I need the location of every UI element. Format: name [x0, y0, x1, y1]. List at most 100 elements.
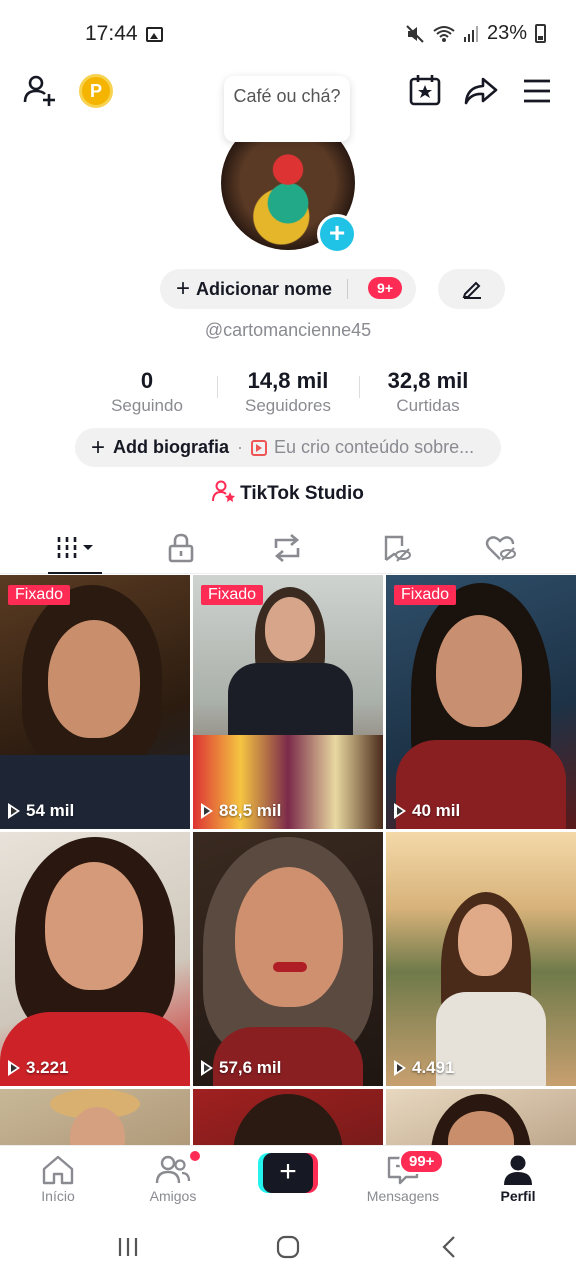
pinned-badge: Fixado — [8, 585, 71, 605]
nav-messages-label: Mensagens — [366, 1188, 440, 1204]
divider — [359, 376, 360, 398]
tab-reposts[interactable] — [247, 522, 327, 574]
profile-icon — [504, 1155, 532, 1185]
thumbnail-image — [48, 620, 140, 738]
video-thumbnail[interactable]: Fixado 54 mil — [0, 575, 190, 829]
create-button[interactable]: + — [258, 1153, 318, 1193]
video-thumbnail[interactable] — [386, 1089, 576, 1145]
view-count: 3.221 — [8, 1058, 69, 1078]
system-nav — [0, 1211, 576, 1280]
play-icon — [201, 803, 213, 819]
play-icon — [394, 803, 406, 819]
divider — [217, 376, 218, 398]
add-name-button[interactable]: + Adicionar nome 9+ — [160, 269, 416, 309]
creator-icon — [212, 480, 236, 502]
pinned-badge: Fixado — [201, 585, 264, 605]
wifi-icon — [433, 25, 455, 42]
pencil-icon — [462, 281, 481, 299]
tab-videos[interactable] — [35, 522, 115, 574]
calendar-star-icon[interactable] — [408, 74, 442, 106]
tiktok-studio-link[interactable]: TikTok Studio — [0, 480, 576, 505]
mute-icon — [406, 24, 424, 43]
separator-dot: · — [237, 437, 244, 457]
tab-saved[interactable] — [356, 522, 436, 574]
stat-likes[interactable]: 32,8 mil Curtidas — [368, 368, 488, 416]
recent-apps-icon[interactable] — [117, 1236, 139, 1258]
note-bubble[interactable]: Café ou chá? — [224, 76, 350, 142]
thumbnail-image — [273, 962, 307, 972]
nav-home-label: Início — [41, 1188, 75, 1204]
view-count: 4.491 — [394, 1058, 455, 1078]
view-count-value: 3.221 — [26, 1058, 69, 1077]
divider — [347, 279, 348, 299]
back-icon[interactable] — [441, 1235, 457, 1259]
video-thumbnail[interactable]: Fixado 88,5 mil — [193, 575, 383, 829]
plus-icon: + — [91, 433, 106, 461]
tab-private[interactable] — [141, 522, 221, 574]
view-count: 40 mil — [394, 801, 460, 821]
stat-followers[interactable]: 14,8 mil Seguidores — [228, 368, 348, 416]
plus-icon: + — [263, 1153, 313, 1193]
notification-badge: 9+ — [368, 277, 402, 299]
view-count: 54 mil — [8, 801, 74, 821]
thumbnail-image — [228, 663, 353, 743]
grid-icon — [57, 537, 93, 559]
play-icon — [8, 1060, 20, 1076]
nav-friends[interactable]: Amigos — [123, 1152, 223, 1204]
view-count-value: 54 mil — [26, 801, 75, 820]
messages-badge: 99+ — [399, 1149, 445, 1174]
video-thumbnail[interactable] — [0, 1089, 190, 1145]
view-count-value: 4.491 — [412, 1058, 455, 1077]
video-grid: Fixado 54 mil Fixado 88,5 mil Fixado 40 … — [0, 575, 576, 1145]
bottom-nav: Início Amigos + Mensagens 99+ Perfil — [0, 1145, 576, 1211]
play-icon — [8, 803, 20, 819]
home-button-icon[interactable] — [276, 1235, 300, 1259]
video-thumbnail[interactable]: 57,6 mil — [193, 832, 383, 1086]
play-icon — [201, 1060, 213, 1076]
add-bio-button[interactable]: + Add biografia — [91, 434, 229, 462]
view-count-value: 40 mil — [412, 801, 461, 820]
status-bar: 17:44 23% — [0, 0, 576, 66]
thumbnail-image — [235, 867, 343, 1007]
add-bio-label: Add biografia — [113, 437, 230, 457]
status-right: 23% — [405, 22, 546, 45]
stat-following[interactable]: 0 Seguindo — [87, 368, 207, 416]
nav-friends-label: Amigos — [149, 1188, 197, 1204]
lock-icon — [168, 533, 194, 563]
video-thumbnail[interactable]: 4.491 — [386, 832, 576, 1086]
status-time: 17:44 — [85, 22, 138, 45]
bio-prompt[interactable]: Eu crio conteúdo sobre... — [274, 437, 474, 458]
stat-label: Seguindo — [111, 396, 183, 415]
stat-value: 0 — [140, 368, 154, 393]
menu-icon[interactable] — [522, 78, 552, 104]
active-tab-indicator — [48, 572, 102, 574]
view-count: 88,5 mil — [201, 801, 281, 821]
video-icon — [251, 439, 268, 456]
video-thumbnail[interactable]: 3.221 — [0, 832, 190, 1086]
stat-value: 32,8 mil — [387, 368, 469, 393]
tab-liked[interactable] — [461, 522, 541, 574]
battery-icon — [535, 24, 546, 43]
battery-percent: 23% — [486, 22, 527, 44]
stat-label: Curtidas — [396, 396, 460, 415]
repost-icon — [274, 534, 300, 562]
nav-profile[interactable]: Perfil — [468, 1152, 568, 1204]
add-avatar-button[interactable]: + — [317, 214, 357, 254]
thumbnail-image — [233, 1094, 343, 1145]
gallery-icon — [146, 27, 163, 42]
stat-label: Seguidores — [244, 396, 331, 415]
play-icon — [394, 1060, 406, 1076]
share-icon[interactable] — [463, 76, 499, 106]
video-thumbnail[interactable] — [193, 1089, 383, 1145]
video-thumbnail[interactable]: Fixado 40 mil — [386, 575, 576, 829]
view-count: 57,6 mil — [201, 1058, 281, 1078]
coin-icon[interactable]: P — [79, 74, 113, 108]
bio-bar[interactable]: + Add biografia · Eu crio conteúdo sobre.… — [75, 428, 501, 467]
nav-home[interactable]: Início — [8, 1152, 108, 1204]
nav-profile-label: Perfil — [500, 1188, 536, 1204]
view-count-value: 57,6 mil — [219, 1058, 282, 1077]
add-friend-icon[interactable] — [22, 72, 58, 108]
view-count-value: 88,5 mil — [219, 801, 282, 820]
friends-icon — [155, 1155, 191, 1184]
edit-profile-button[interactable] — [438, 269, 505, 309]
